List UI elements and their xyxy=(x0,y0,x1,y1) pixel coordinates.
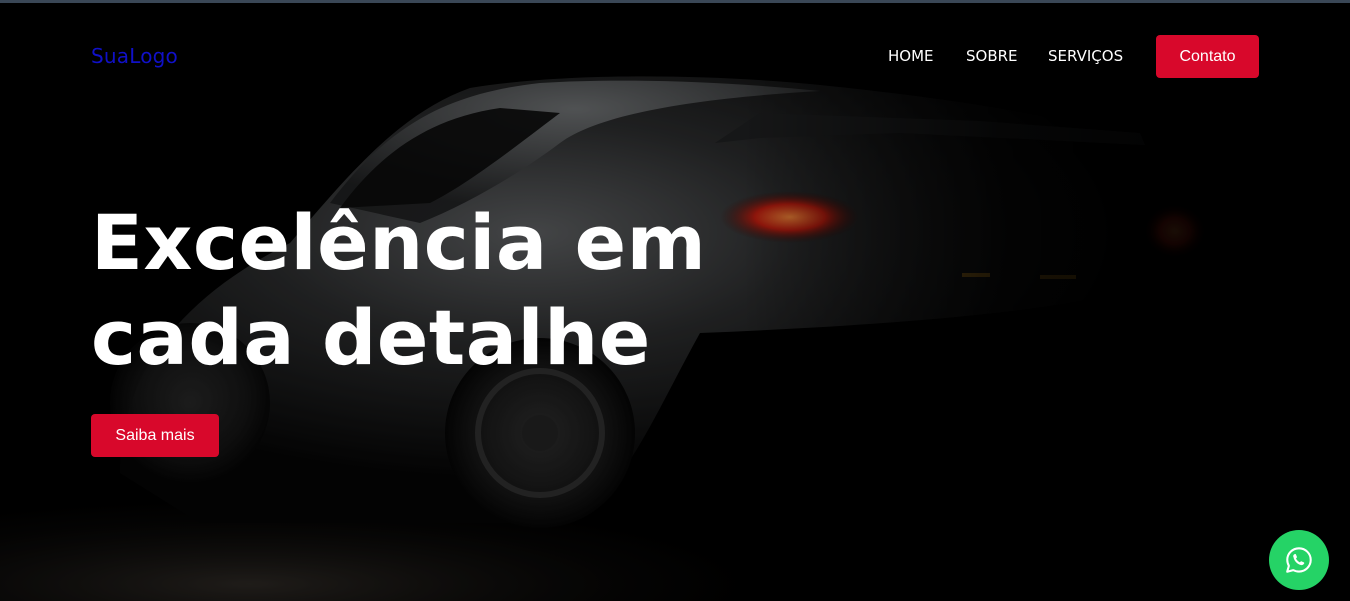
nav-link-home[interactable]: HOME xyxy=(888,47,934,65)
contact-button[interactable]: Contato xyxy=(1156,35,1259,78)
hero-title-line-1: Excelência em xyxy=(91,198,707,287)
landing-page: SuaLogo HOME SOBRE SERVIÇOS Contato Exce… xyxy=(0,0,1350,601)
whatsapp-float-button[interactable] xyxy=(1269,530,1329,590)
site-logo[interactable]: SuaLogo xyxy=(91,44,178,68)
hero-title: Excelência em cada detalhe xyxy=(91,195,791,385)
learn-more-button[interactable]: Saiba mais xyxy=(91,414,219,457)
whatsapp-icon xyxy=(1286,547,1312,573)
nav-link-sobre[interactable]: SOBRE xyxy=(966,47,1018,65)
navbar: SuaLogo HOME SOBRE SERVIÇOS Contato xyxy=(0,3,1350,103)
nav-link-servicos[interactable]: SERVIÇOS xyxy=(1048,47,1123,65)
hero-title-line-2: cada detalhe xyxy=(91,293,651,382)
